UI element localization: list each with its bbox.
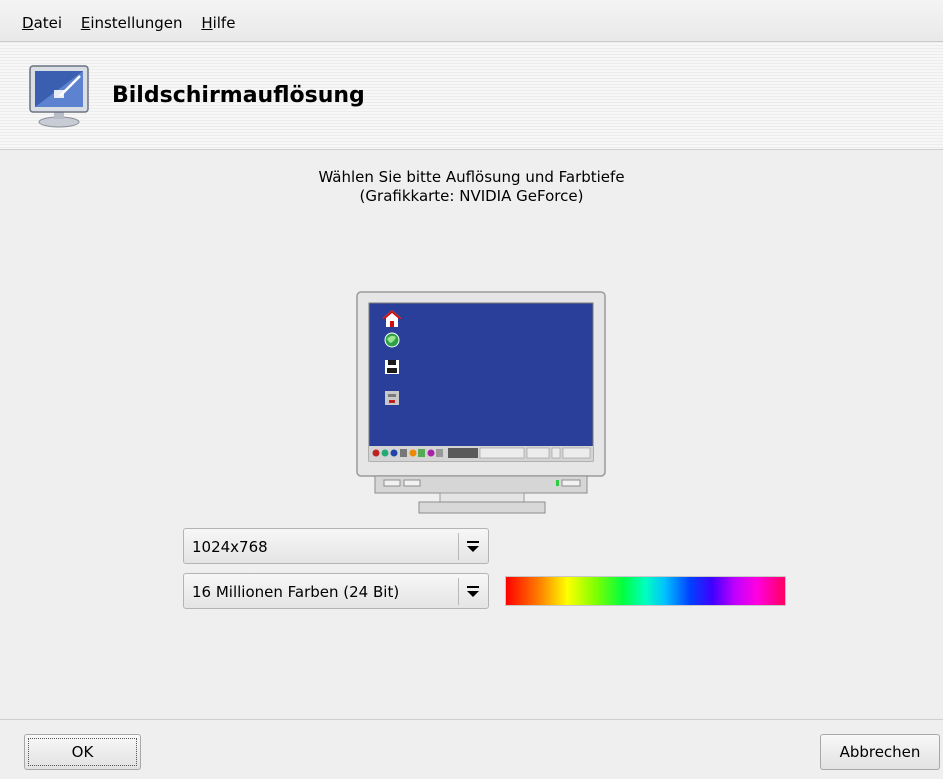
menu-einstellungen[interactable]: Einstellungen (81, 14, 183, 32)
color-spectrum-preview (505, 576, 786, 606)
instruction-line-1: Wählen Sie bitte Auflösung und Farbtiefe (318, 168, 625, 186)
instruction-line-2: (Grafikkarte: NVIDIA GeForce) (359, 187, 584, 205)
resolution-value: 1024x768 (192, 538, 268, 556)
dropdown-arrow-icon[interactable] (464, 537, 482, 555)
dropdown-arrow-icon[interactable] (464, 582, 482, 600)
taskbar-icons (372, 447, 591, 459)
monitor-preview-icon (356, 291, 606, 514)
menubar: Datei Einstellungen Hilfe (0, 0, 943, 42)
main-content: Wählen Sie bitte Auflösung und Farbtiefe… (0, 151, 943, 719)
color-depth-value: 16 Millionen Farben (24 Bit) (192, 583, 400, 601)
cancel-button-label: Abbrechen (839, 743, 921, 761)
color-depth-select[interactable]: 16 Millionen Farben (24 Bit) (183, 573, 489, 609)
header-banner: Bildschirmauflösung (0, 43, 943, 150)
menu-hilfe[interactable]: Hilfe (201, 14, 235, 32)
page-title: Bildschirmauflösung (112, 83, 365, 108)
instruction-text: Wählen Sie bitte Auflösung und Farbtiefe… (0, 168, 943, 206)
floppy-icon (385, 360, 399, 374)
monitor-display-icon (29, 65, 89, 128)
cancel-button[interactable]: Abbrechen (820, 734, 940, 770)
drive-icon (385, 391, 399, 405)
ok-button[interactable]: OK (24, 734, 141, 770)
menu-datei[interactable]: Datei (22, 14, 62, 32)
button-bar: OK Abbrechen (0, 719, 943, 779)
resolution-select[interactable]: 1024x768 (183, 528, 489, 564)
resolution-dialog: Datei Einstellungen Hilfe Bildschirmaufl… (0, 0, 943, 779)
globe-icon (384, 332, 400, 348)
